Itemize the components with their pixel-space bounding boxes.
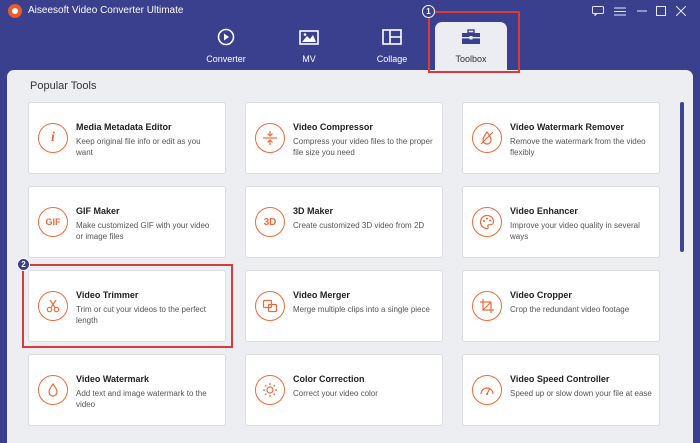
- tool-description: Merge multiple clips into a single piece: [293, 305, 430, 314]
- tool-description: Create customized 3D video from 2D: [293, 221, 425, 230]
- tab-label: MV: [302, 54, 316, 64]
- speedometer-icon: [472, 375, 502, 405]
- tool-title: Video Merger: [293, 290, 350, 300]
- tool-title: GIF Maker: [76, 206, 120, 216]
- watermark-remove-icon: [472, 123, 502, 153]
- mv-icon: [269, 27, 349, 47]
- tool-title: 3D Maker: [293, 206, 334, 216]
- app-window: Aiseesoft Video Converter Ultimate Conve…: [0, 0, 700, 443]
- tool-description: Keep original file info or edit as you w…: [76, 137, 201, 157]
- tool-title: Video Enhancer: [510, 206, 578, 216]
- app-title: Aiseesoft Video Converter Ultimate: [28, 5, 184, 16]
- close-icon[interactable]: [673, 3, 689, 19]
- info-icon: i: [38, 123, 68, 153]
- step-badge-1: 1: [422, 5, 435, 18]
- minimize-icon[interactable]: [634, 3, 650, 19]
- tool-card-video-speed-controller[interactable]: Video Speed Controller Speed up or slow …: [462, 354, 660, 426]
- tool-card-video-watermark[interactable]: Video Watermark Add text and image water…: [28, 354, 226, 426]
- tool-description: Improve your video quality in several wa…: [510, 221, 640, 241]
- title-bar: Aiseesoft Video Converter Ultimate: [0, 0, 700, 22]
- palette-icon: [472, 207, 502, 237]
- maximize-icon[interactable]: [653, 3, 669, 19]
- tool-title: Video Speed Controller: [510, 374, 610, 384]
- tool-description: Compress your video files to the proper …: [293, 137, 433, 157]
- converter-icon: [186, 27, 266, 47]
- tab-collage[interactable]: Collage: [352, 22, 432, 70]
- tool-card-video-cropper[interactable]: Video Cropper Crop the redundant video f…: [462, 270, 660, 342]
- tool-description: Remove the watermark from the video flex…: [510, 137, 646, 157]
- menu-icon[interactable]: [612, 3, 628, 19]
- tool-card-media-metadata-editor[interactable]: i Media Metadata Editor Keep original fi…: [28, 102, 226, 174]
- tool-description: Correct your video color: [293, 389, 378, 398]
- sun-icon: [255, 375, 285, 405]
- tool-description: Speed up or slow down your file at ease: [510, 389, 652, 398]
- tool-card-video-compressor[interactable]: Video Compressor Compress your video fil…: [245, 102, 443, 174]
- tool-title: Color Correction: [293, 374, 365, 384]
- tool-card-video-enhancer[interactable]: Video Enhancer Improve your video qualit…: [462, 186, 660, 258]
- tool-title: Video Cropper: [510, 290, 572, 300]
- tool-description: Crop the redundant video footage: [510, 305, 630, 314]
- tab-converter[interactable]: Converter: [186, 22, 266, 70]
- main-tabs: Converter MV Collage Toolbox: [0, 22, 700, 72]
- tool-title: Media Metadata Editor: [76, 122, 172, 132]
- tool-card-video-trimmer[interactable]: Video Trimmer Trim or cut your videos to…: [28, 270, 226, 342]
- merge-icon: [255, 291, 285, 321]
- tool-card-3d-maker[interactable]: 3D 3D Maker Create customized 3D video f…: [245, 186, 443, 258]
- feedback-icon[interactable]: [590, 3, 606, 19]
- scrollbar[interactable]: [680, 102, 684, 252]
- drop-icon: [38, 375, 68, 405]
- collage-icon: [352, 27, 432, 47]
- tab-label: Converter: [206, 54, 246, 64]
- compress-icon: [255, 123, 285, 153]
- scissors-icon: [38, 291, 68, 321]
- tool-description: Make customized GIF with your video or i…: [76, 221, 210, 241]
- step-badge-2: 2: [17, 258, 30, 271]
- tool-card-video-watermark-remover[interactable]: Video Watermark Remover Remove the water…: [462, 102, 660, 174]
- tool-card-video-merger[interactable]: Video Merger Merge multiple clips into a…: [245, 270, 443, 342]
- tool-title: Video Watermark: [76, 374, 150, 384]
- toolbox-panel: Popular Tools i Media Metadata Editor Ke…: [7, 70, 693, 443]
- section-title: Popular Tools: [30, 80, 97, 92]
- tool-description: Trim or cut your videos to the perfect l…: [76, 305, 206, 325]
- tab-label: Collage: [376, 54, 408, 64]
- tool-card-color-correction[interactable]: Color Correction Correct your video colo…: [245, 354, 443, 426]
- tool-title: Video Compressor: [293, 122, 373, 132]
- toolbox-icon: [435, 27, 507, 47]
- tool-card-gif-maker[interactable]: GIF GIF Maker Make customized GIF with y…: [28, 186, 226, 258]
- tool-description: Add text and image watermark to the vide…: [76, 389, 207, 409]
- tool-title: Video Watermark Remover: [510, 122, 625, 132]
- tool-title: Video Trimmer: [76, 290, 139, 300]
- tab-label: Toolbox: [455, 54, 487, 64]
- 3d-icon: 3D: [255, 207, 285, 237]
- tab-toolbox[interactable]: Toolbox: [435, 22, 507, 72]
- crop-icon: [472, 291, 502, 321]
- gif-icon: GIF: [38, 207, 68, 237]
- tab-mv[interactable]: MV: [269, 22, 349, 70]
- app-logo-icon: [8, 4, 22, 18]
